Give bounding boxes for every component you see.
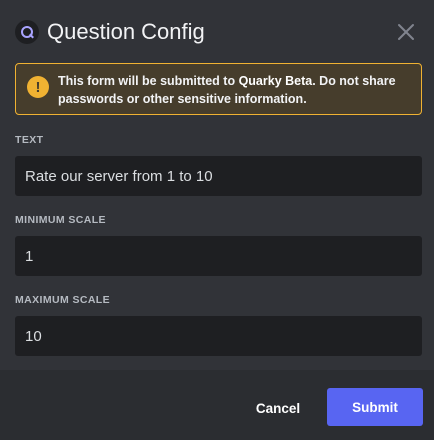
minimum-scale-field-group: MINIMUM SCALE: [15, 212, 422, 276]
maximum-scale-input[interactable]: [15, 316, 422, 356]
text-field-group: TEXT: [15, 132, 422, 196]
warning-notice: ! This form will be submitted to Quarky …: [15, 63, 422, 115]
minimum-scale-label: MINIMUM SCALE: [15, 214, 106, 226]
modal-footer: Cancel Submit: [0, 370, 434, 440]
modal-title: Question Config: [47, 19, 205, 44]
maximum-scale-field-group: MAXIMUM SCALE: [15, 292, 422, 356]
warning-icon: !: [27, 76, 49, 98]
modal-header: Question Config: [0, 0, 434, 62]
text-input[interactable]: [15, 156, 422, 196]
close-button[interactable]: [394, 20, 418, 44]
question-config-modal: Question Config ! This form will be subm…: [0, 0, 434, 440]
text-field-label: TEXT: [15, 134, 44, 146]
notice-text: This form will be submitted to Quarky Be…: [58, 72, 413, 108]
quarky-app-icon: [15, 20, 39, 44]
close-icon: [398, 24, 414, 40]
maximum-scale-label: MAXIMUM SCALE: [15, 294, 111, 306]
notice-app-name: Quarky Beta: [238, 74, 313, 88]
cancel-button[interactable]: Cancel: [244, 389, 312, 427]
notice-text-before: This form will be submitted to: [58, 74, 239, 88]
minimum-scale-input[interactable]: [15, 236, 422, 276]
submit-button[interactable]: Submit: [327, 388, 423, 426]
